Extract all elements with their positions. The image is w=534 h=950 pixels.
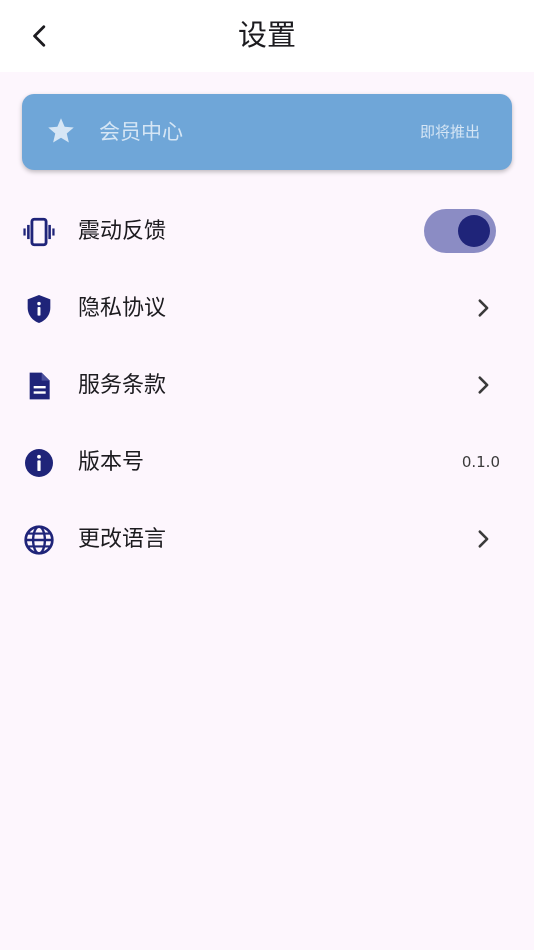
settings-row-terms[interactable]: 服务条款 bbox=[0, 347, 534, 424]
globe-icon bbox=[22, 523, 56, 557]
privacy-label: 隐私协议 bbox=[78, 296, 167, 321]
vibration-toggle[interactable] bbox=[424, 209, 496, 253]
version-label: 版本号 bbox=[78, 450, 145, 475]
settings-row-version: 版本号 0.1.0 bbox=[0, 424, 534, 501]
settings-row-privacy[interactable]: 隐私协议 bbox=[0, 270, 534, 347]
chevron-right-icon bbox=[478, 376, 489, 394]
coming-soon-badge: 即将推出 bbox=[419, 123, 480, 141]
page-title: 设置 bbox=[237, 18, 296, 52]
settings-list: 震动反馈 隐私协议 服务条款 版本号 0.1.0 更改语言 bbox=[0, 193, 534, 578]
toggle-knob bbox=[458, 215, 490, 247]
star-icon bbox=[48, 118, 74, 143]
member-center-card[interactable]: 会员中心 即将推出 bbox=[22, 94, 512, 170]
back-arrow-icon bbox=[33, 25, 46, 47]
back-button[interactable] bbox=[18, 14, 62, 58]
vibration-label: 震动反馈 bbox=[78, 219, 167, 244]
settings-row-language[interactable]: 更改语言 bbox=[0, 501, 534, 578]
settings-row-vibration: 震动反馈 bbox=[0, 193, 534, 270]
document-icon bbox=[22, 369, 56, 403]
chevron-right-icon bbox=[478, 299, 489, 317]
language-label: 更改语言 bbox=[78, 527, 167, 552]
chevron-right-icon bbox=[478, 530, 489, 548]
app-bar: 设置 bbox=[0, 0, 534, 72]
version-value: 0.1.0 bbox=[461, 453, 500, 471]
member-center-label: 会员中心 bbox=[99, 120, 183, 144]
info-icon bbox=[22, 446, 56, 480]
terms-label: 服务条款 bbox=[78, 373, 167, 398]
shield-icon bbox=[22, 292, 56, 326]
vibration-icon bbox=[22, 215, 56, 249]
